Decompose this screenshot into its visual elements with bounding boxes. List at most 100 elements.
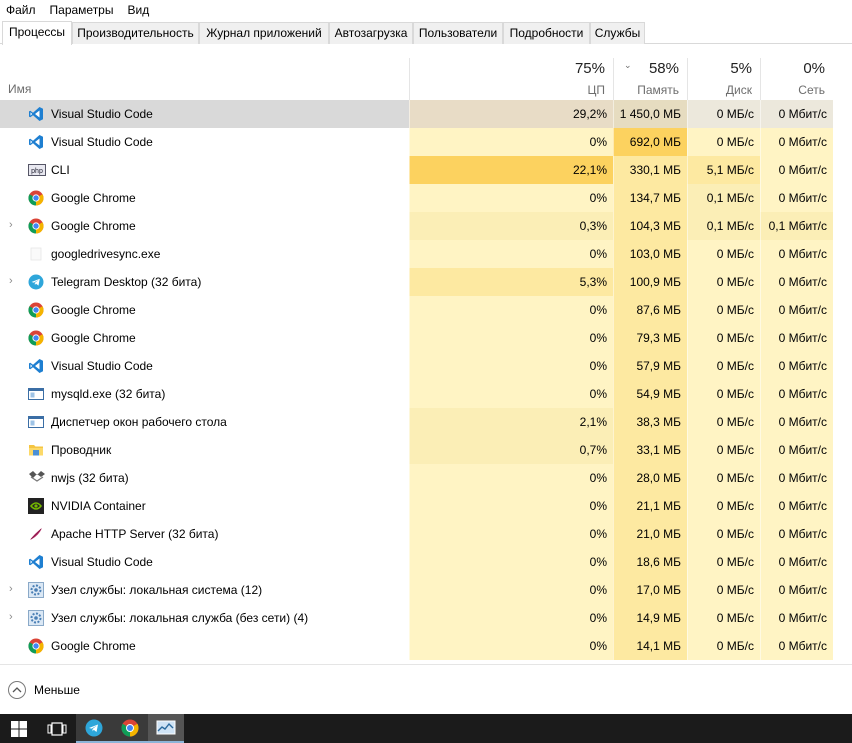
cpu-cell: 0% — [409, 240, 613, 268]
network-cell: 0 Мбит/с — [760, 240, 833, 268]
process-row[interactable]: NVIDIA Container 0% 21,1 МБ 0 МБ/с 0 Мбит/с — [0, 492, 852, 520]
process-name: Проводник — [51, 443, 112, 457]
network-cell: 0 Мбит/с — [760, 548, 833, 576]
window-icon — [28, 386, 44, 402]
process-row[interactable]: googledrivesync.exe 0% 103,0 МБ 0 МБ/с 0 Мби… — [0, 240, 852, 268]
network-cell: 0 Мбит/с — [760, 128, 833, 156]
network-cell: 0 Мбит/с — [760, 436, 833, 464]
network-label: Сеть — [798, 83, 825, 97]
column-memory-header[interactable]: 58% Память — [613, 58, 687, 100]
process-row[interactable]: › Узел службы: локальная служба (без сети… — [0, 604, 852, 632]
process-row[interactable]: Visual Studio Code 0% 692,0 МБ 0 МБ/с 0 Мбит… — [0, 128, 852, 156]
php-icon: php — [28, 162, 46, 178]
process-row[interactable]: Google Chrome 0% 14,1 МБ 0 МБ/с 0 Мбит/с — [0, 632, 852, 660]
taskbar — [0, 714, 852, 743]
disk-cell: 0 МБ/с — [687, 548, 760, 576]
chrome-icon — [28, 330, 44, 346]
chevron-right-icon[interactable]: › — [9, 275, 13, 287]
process-name: mysqld.exe (32 бита) — [51, 387, 166, 401]
memory-cell: 87,6 МБ — [613, 296, 687, 324]
memory-cell: 17,0 МБ — [613, 576, 687, 604]
process-name: Диспетчер окон рабочего стола — [51, 415, 227, 429]
tab-app-history[interactable]: Журнал приложений — [199, 22, 329, 44]
column-cpu-header[interactable]: 75% ЦП — [409, 58, 613, 100]
process-row[interactable]: Google Chrome 0% 134,7 МБ 0,1 МБ/с 0 Мбит/с — [0, 184, 852, 212]
column-network-header[interactable]: 0% Сеть — [760, 58, 833, 100]
cpu-cell: 0% — [409, 520, 613, 548]
process-row[interactable]: Проводник 0,7% 33,1 МБ 0 МБ/с 0 Мбит/с — [0, 436, 852, 464]
cpu-cell: 0% — [409, 604, 613, 632]
tab-services[interactable]: Службы — [590, 22, 645, 44]
tab-performance[interactable]: Производительность — [72, 22, 199, 44]
disk-cell: 0,1 МБ/с — [687, 184, 760, 212]
fewer-details-button[interactable]: Меньше — [8, 681, 80, 699]
cpu-cell: 29,2% — [409, 100, 613, 128]
process-row[interactable]: Apache HTTP Server (32 бита) 0% 21,0 МБ 0 М… — [0, 520, 852, 548]
column-disk-header[interactable]: 5% Диск — [687, 58, 760, 100]
menu-file[interactable]: Файл — [6, 3, 36, 17]
tab-processes[interactable]: Процессы — [2, 21, 72, 45]
network-cell: 0 Мбит/с — [760, 632, 833, 660]
disk-cell: 0 МБ/с — [687, 464, 760, 492]
chrome-icon[interactable] — [112, 714, 148, 743]
memory-cell: 100,9 МБ — [613, 268, 687, 296]
disk-cell: 0 МБ/с — [687, 296, 760, 324]
windows-start-icon[interactable] — [0, 714, 38, 743]
process-name: Visual Studio Code — [51, 555, 153, 569]
disk-cell: 0 МБ/с — [687, 268, 760, 296]
gear-icon — [28, 610, 44, 626]
apache-feather-icon — [28, 526, 44, 542]
process-row[interactable]: Visual Studio Code 0% 57,9 МБ 0 МБ/с 0 Мбит/… — [0, 352, 852, 380]
memory-cell: 330,1 МБ — [613, 156, 687, 184]
process-list: Visual Studio Code 29,2% 1 450,0 МБ 0 МБ/с 0… — [0, 100, 852, 660]
process-row[interactable]: › Узел службы: локальная система (12) 0% 17… — [0, 576, 852, 604]
process-row[interactable]: Visual Studio Code 0% 18,6 МБ 0 МБ/с 0 Мбит/… — [0, 548, 852, 576]
chevron-right-icon[interactable]: › — [9, 219, 13, 231]
cpu-cell: 0% — [409, 324, 613, 352]
disk-cell: 0 МБ/с — [687, 436, 760, 464]
task-view-icon[interactable] — [38, 714, 76, 743]
disk-cell: 0 МБ/с — [687, 240, 760, 268]
process-row[interactable]: mysqld.exe (32 бита) 0% 54,9 МБ 0 МБ/с 0 Мби… — [0, 380, 852, 408]
memory-cell: 57,9 МБ — [613, 352, 687, 380]
vscode-icon — [28, 134, 44, 150]
process-row[interactable]: › Telegram Desktop (32 бита) 5,3% 100,9 МБ 0… — [0, 268, 852, 296]
disk-total: 5% — [730, 60, 752, 77]
blank-icon — [28, 246, 44, 262]
menu-options[interactable]: Параметры — [50, 3, 114, 17]
cpu-cell: 0% — [409, 380, 613, 408]
disk-cell: 5,1 МБ/с — [687, 156, 760, 184]
chevron-right-icon[interactable]: › — [9, 611, 13, 623]
memory-cell: 79,3 МБ — [613, 324, 687, 352]
process-name: Visual Studio Code — [51, 107, 153, 121]
fewer-details-label: Меньше — [34, 683, 80, 697]
network-cell: 0 Мбит/с — [760, 324, 833, 352]
process-row[interactable]: › Google Chrome 0,3% 104,3 МБ 0,1 МБ/с 0,1 Мб… — [0, 212, 852, 240]
tab-users[interactable]: Пользователи — [413, 22, 503, 44]
chevron-right-icon[interactable]: › — [9, 583, 13, 595]
network-cell: 0 Мбит/с — [760, 296, 833, 324]
column-name-header[interactable]: Имя — [8, 82, 31, 96]
cpu-cell: 0% — [409, 492, 613, 520]
task-manager-icon[interactable] — [148, 714, 184, 743]
network-total: 0% — [803, 60, 825, 77]
process-name: NVIDIA Container — [51, 499, 146, 513]
tab-details[interactable]: Подробности — [503, 22, 590, 44]
process-row[interactable]: nwjs (32 бита) 0% 28,0 МБ 0 МБ/с 0 Мбит/с — [0, 464, 852, 492]
process-row[interactable]: Visual Studio Code 29,2% 1 450,0 МБ 0 МБ/с 0… — [0, 100, 852, 128]
disk-cell: 0 МБ/с — [687, 604, 760, 632]
disk-cell: 0 МБ/с — [687, 380, 760, 408]
process-row[interactable]: Диспетчер окон рабочего стола 2,1% 38,3 МБ… — [0, 408, 852, 436]
network-cell: 0 Мбит/с — [760, 268, 833, 296]
cpu-cell: 2,1% — [409, 408, 613, 436]
telegram-icon[interactable] — [76, 714, 112, 743]
process-row[interactable]: Google Chrome 0% 79,3 МБ 0 МБ/с 0 Мбит/с — [0, 324, 852, 352]
cpu-cell: 0% — [409, 128, 613, 156]
menu-view[interactable]: Вид — [127, 3, 149, 17]
chrome-icon — [28, 638, 44, 654]
process-row[interactable]: php CLI 22,1% 330,1 МБ 5,1 МБ/с 0 Мбит/с — [0, 156, 852, 184]
telegram-icon — [28, 274, 44, 290]
disk-cell: 0 МБ/с — [687, 520, 760, 548]
tab-startup[interactable]: Автозагрузка — [329, 22, 413, 44]
process-row[interactable]: Google Chrome 0% 87,6 МБ 0 МБ/с 0 Мбит/с — [0, 296, 852, 324]
